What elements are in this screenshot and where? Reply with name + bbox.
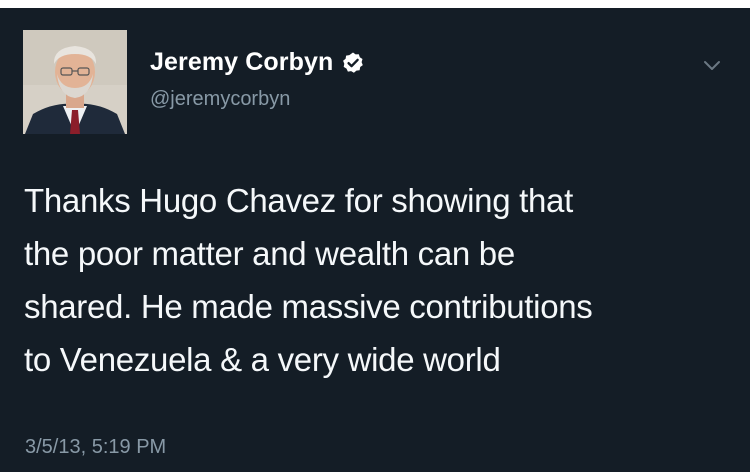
author-name[interactable]: Jeremy Corbyn (150, 48, 333, 77)
avatar[interactable] (23, 30, 127, 134)
avatar-photo (23, 30, 127, 134)
author-handle[interactable]: @jeremycorbyn (150, 88, 290, 111)
tweet-timestamp[interactable]: 3/5/13, 5:19 PM (25, 436, 166, 459)
verified-badge-icon (341, 51, 365, 75)
tweet-text: Thanks Hugo Chavez for showing that the … (24, 182, 593, 378)
author-row: Jeremy Corbyn (150, 48, 365, 77)
tweet-card: Jeremy Corbyn @jeremycorbyn Thanks Hugo … (0, 8, 750, 472)
chevron-down-icon[interactable] (700, 58, 724, 74)
